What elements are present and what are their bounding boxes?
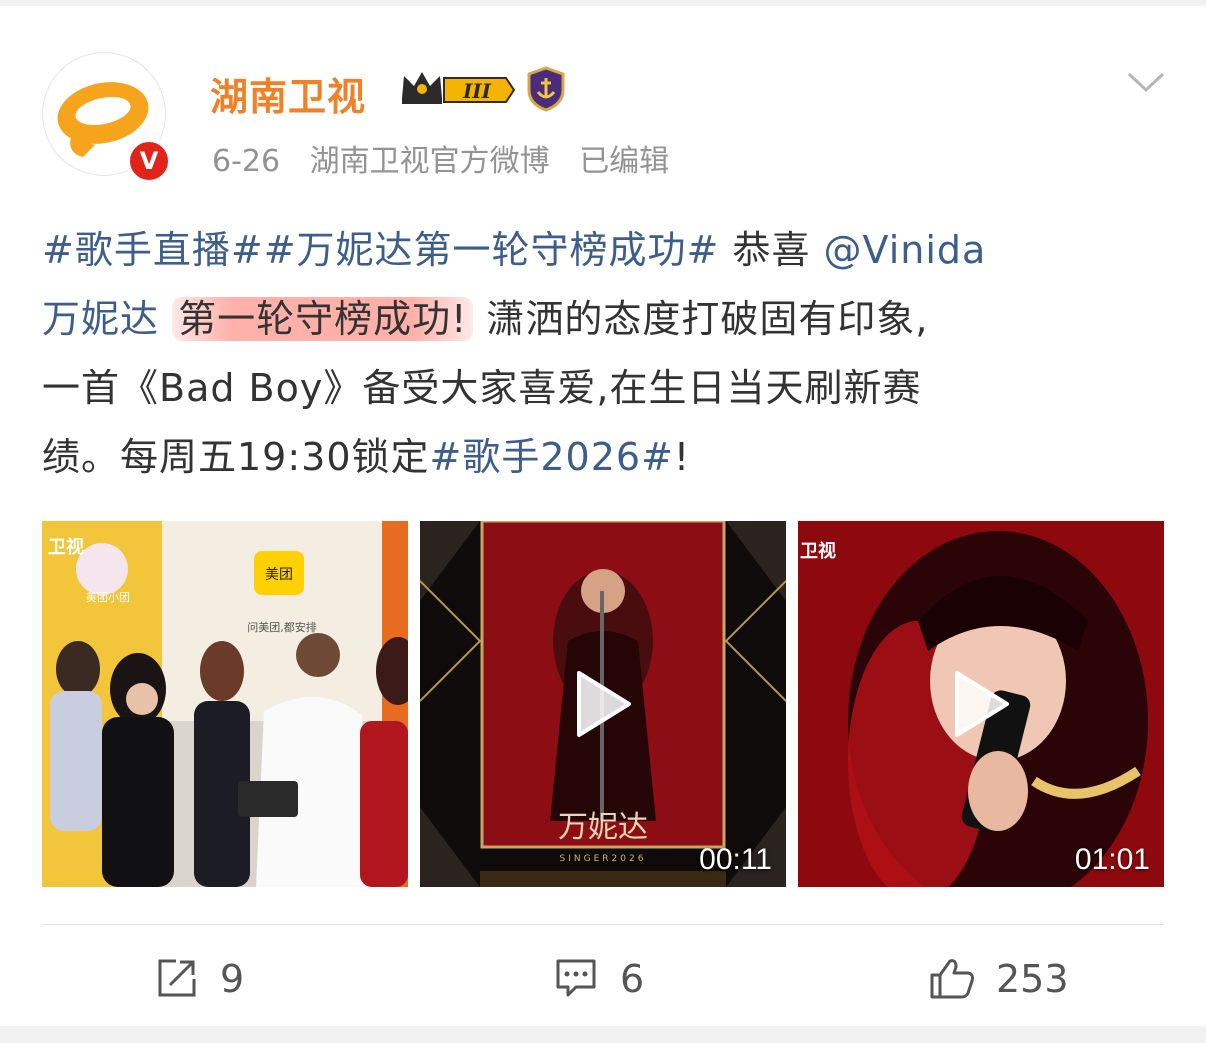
post-source[interactable]: 湖南卫视官方微博	[310, 144, 550, 179]
divider	[42, 924, 1164, 925]
like-button[interactable]: 253	[928, 954, 1088, 1004]
mention-link[interactable]: @Vinida	[824, 228, 987, 272]
media-video-3[interactable]: 卫视 01:01	[798, 521, 1164, 887]
svg-text:万妮达: 万妮达	[558, 810, 648, 845]
share-icon	[158, 959, 196, 997]
verified-badge: V	[126, 138, 172, 184]
media-image-1[interactable]: 美团 问美团,都安排 卫视 美团小团	[42, 521, 408, 887]
hashtag-link[interactable]: #万妮达第一轮守榜成功#	[264, 228, 720, 272]
svg-text:SINGER2026: SINGER2026	[560, 854, 647, 864]
svg-text:问美团,都安排: 问美团,都安排	[247, 620, 317, 634]
svg-text:卫视: 卫视	[48, 536, 84, 558]
chevron-down-icon[interactable]	[1126, 70, 1166, 94]
weibo-post-card: V 湖南卫视 III 6-26 湖南卫视官方微博 已编辑 #歌手直播##万妮达第…	[0, 6, 1206, 1026]
like-count: 253	[996, 957, 1069, 1001]
post-meta: 6-26 湖南卫视官方微博 已编辑	[212, 136, 689, 180]
play-icon[interactable]	[951, 669, 1011, 739]
stage-backstage-photo: 美团 问美团,都安排 卫视 美团小团	[42, 521, 408, 887]
svg-text:卫视: 卫视	[800, 540, 836, 562]
post-text: #歌手直播##万妮达第一轮守榜成功# 恭喜 @Vinida 万妮达 第一轮守榜成…	[42, 216, 1172, 492]
repost-count: 9	[220, 957, 245, 1001]
video-duration: 00:11	[699, 843, 772, 876]
shield-badge-icon[interactable]	[525, 66, 567, 112]
edited-label[interactable]: 已编辑	[579, 144, 669, 179]
thumbs-up-icon	[930, 959, 974, 999]
post-text-segment: !	[673, 435, 691, 479]
post-date: 6-26	[212, 144, 281, 179]
comment-icon	[556, 959, 596, 997]
comment-button[interactable]: 6	[554, 954, 674, 1004]
post-text-segment: 恭喜	[719, 228, 824, 272]
post-text-segment: 一首《Bad Boy》备受大家喜爱,在生日当天刷新赛	[42, 366, 922, 410]
svg-text:美团小团: 美团小团	[86, 591, 130, 604]
mention-link[interactable]: 万妮达	[42, 297, 159, 341]
svg-text:美团: 美团	[265, 567, 293, 583]
svg-text:III: III	[462, 79, 492, 103]
member-crown-badge-icon[interactable]: III	[398, 68, 516, 112]
video-duration: 01:01	[1074, 843, 1150, 876]
hashtag-link[interactable]: #歌手2026#	[430, 435, 674, 479]
hashtag-link[interactable]: #歌手直播#	[42, 228, 264, 272]
author-name[interactable]: 湖南卫视	[210, 66, 366, 121]
play-icon[interactable]	[573, 669, 633, 739]
media-video-2[interactable]: 万妮达 SINGER2026 00:11	[420, 521, 786, 887]
post-text-segment: 绩。每周五19:30锁定	[42, 435, 430, 479]
comment-count: 6	[620, 957, 645, 1001]
highlighted-text: 第一轮守榜成功!	[172, 297, 474, 341]
repost-button[interactable]: 9	[156, 954, 276, 1004]
post-text-segment: 潇洒的态度打破固有印象,	[473, 297, 929, 341]
